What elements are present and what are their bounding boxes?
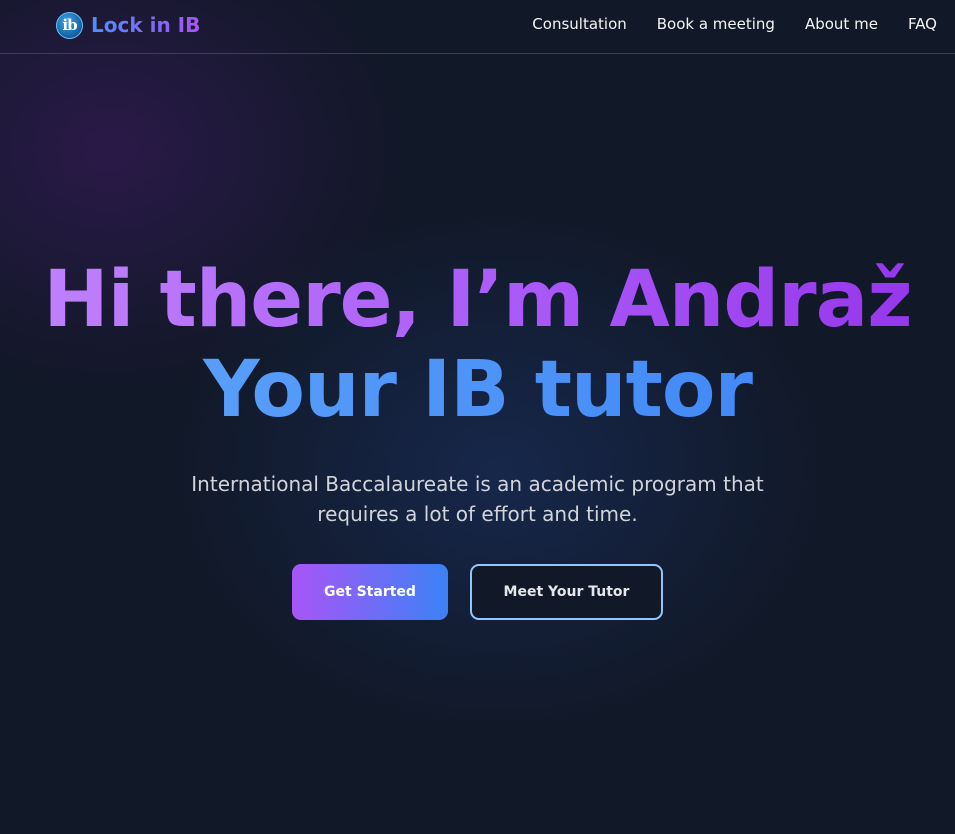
- nav-link-faq[interactable]: FAQ: [908, 15, 937, 33]
- meet-your-tutor-button[interactable]: Meet Your Tutor: [470, 564, 663, 620]
- nav-link-book-a-meeting[interactable]: Book a meeting: [657, 15, 775, 33]
- ib-logo-icon: ib: [56, 11, 83, 39]
- brand-link[interactable]: ib Lock in IB: [56, 10, 200, 40]
- nav-link-about-me[interactable]: About me: [805, 15, 878, 33]
- nav-links: Consultation Book a meeting About me FAQ: [532, 15, 937, 33]
- get-started-button[interactable]: Get Started: [292, 564, 448, 620]
- hero-title: Hi there, I’m Andraž Your IB tutor: [0, 255, 955, 435]
- nav-link-consultation[interactable]: Consultation: [532, 15, 626, 33]
- navbar: ib Lock in IB Consultation Book a meetin…: [0, 0, 955, 54]
- hero-greeting: Hi there, I’m Andraž: [0, 255, 955, 345]
- page: ib Lock in IB Consultation Book a meetin…: [0, 0, 955, 834]
- hero-subtitle: Your IB tutor: [0, 345, 955, 435]
- hero-description: International Baccalaureate is an academ…: [191, 472, 764, 526]
- brand-name: Lock in IB: [91, 13, 201, 37]
